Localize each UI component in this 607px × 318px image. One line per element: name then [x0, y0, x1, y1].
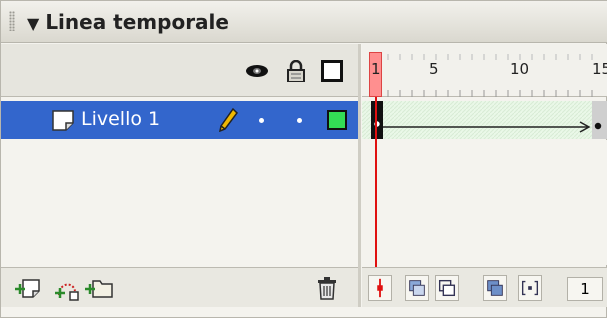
pencil-icon — [219, 108, 238, 132]
add-motion-guide-icon[interactable] — [55, 275, 79, 301]
playhead-line — [375, 97, 377, 269]
visibility-toggle[interactable] — [259, 118, 264, 123]
timeline-panel: ▼ Linea temporale Livello 1 1 5 10 15 1 — [0, 0, 607, 318]
onion-skin-icon[interactable] — [405, 275, 429, 301]
edit-multiple-frames-icon[interactable] — [483, 275, 507, 301]
add-layer-icon[interactable] — [15, 275, 41, 301]
ruler-number: 10 — [510, 60, 530, 78]
panel-title[interactable]: ▼ Linea temporale — [27, 10, 229, 34]
modify-onion-markers-icon[interactable] — [518, 275, 542, 301]
layer-icon — [52, 110, 74, 131]
eye-icon[interactable] — [245, 60, 269, 82]
ruler-number: 15 — [592, 60, 607, 78]
ruler-number: 1 — [371, 60, 381, 78]
center-frame-icon[interactable] — [368, 275, 392, 301]
outline-color-toggle[interactable] — [327, 110, 347, 130]
onion-skin-outlines-icon[interactable] — [435, 275, 459, 301]
layer-row[interactable]: Livello 1 — [1, 101, 358, 139]
lock-icon[interactable] — [284, 60, 308, 82]
frames-empty-area — [362, 140, 607, 265]
panel-title-text: Linea temporale — [45, 10, 229, 34]
trash-icon[interactable] — [316, 275, 338, 301]
motion-tween-span[interactable] — [362, 101, 607, 139]
frame-toolbar: 1 — [362, 267, 607, 307]
panel-grip-icon[interactable] — [9, 11, 15, 31]
panel-titlebar[interactable]: ▼ Linea temporale — [1, 1, 607, 43]
frames-ruler[interactable]: 1 5 10 15 — [362, 44, 607, 97]
layer-name[interactable]: Livello 1 — [81, 108, 160, 130]
layers-header — [1, 44, 358, 97]
layer-frames-row[interactable] — [362, 101, 607, 139]
current-frame-field: 1 — [567, 277, 603, 301]
layer-toolbar — [1, 267, 358, 307]
ruler-number: 5 — [429, 60, 439, 78]
ruler-ticks — [387, 54, 593, 97]
layers-empty-area — [1, 140, 358, 265]
lock-toggle[interactable] — [297, 118, 302, 123]
panel-divider[interactable] — [358, 44, 361, 307]
outline-icon[interactable] — [321, 60, 345, 82]
collapse-arrow-icon[interactable]: ▼ — [27, 14, 39, 33]
add-folder-icon[interactable] — [85, 275, 113, 301]
